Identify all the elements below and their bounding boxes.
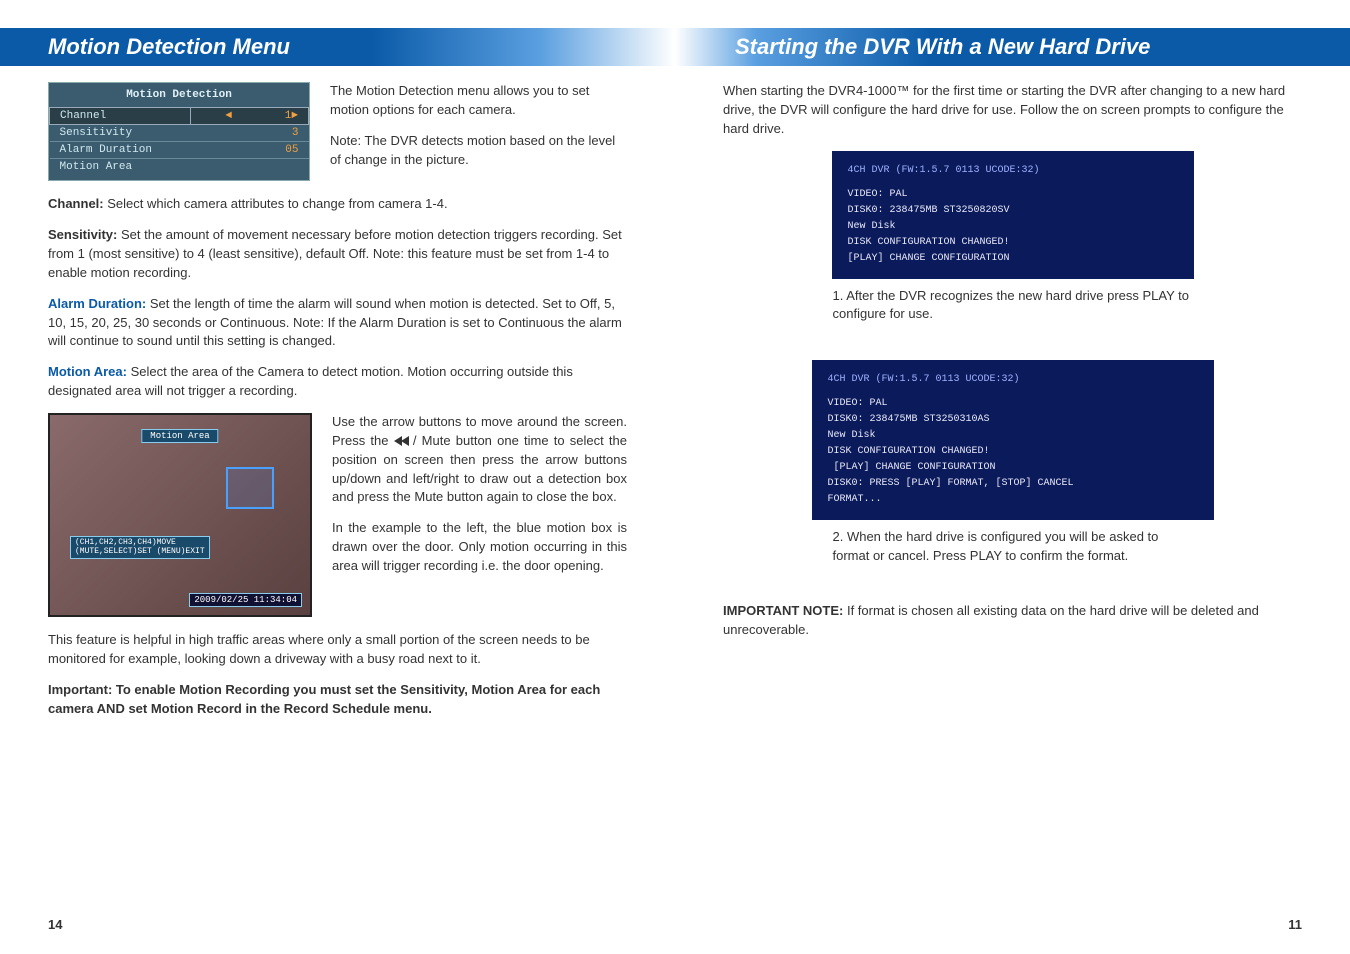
menu-label: Motion Area: [50, 159, 191, 176]
left-heading: Motion Detection Menu: [0, 28, 675, 66]
arrow-right-icon: ►: [291, 110, 298, 122]
page-number-right: 11: [1288, 917, 1302, 932]
caption-1: 1. After the DVR recognizes the new hard…: [833, 287, 1193, 325]
right-intro: When starting the DVR4-1000™ for the fir…: [723, 82, 1302, 139]
important-note-label: IMPORTANT NOTE:: [723, 603, 843, 618]
motion-area-top-label: Motion Area: [141, 429, 218, 443]
arrow-left-icon: ◄: [225, 110, 232, 122]
menu-value: [191, 159, 309, 176]
menu-row-channel: Channel ◄ 1►: [50, 108, 309, 125]
usage-paragraph-2: In the example to the left, the blue mot…: [332, 519, 627, 576]
menu-row-sensitivity: Sensitivity 3: [50, 125, 309, 142]
sensitivity-label: Sensitivity:: [48, 227, 117, 242]
intro-paragraph-2: Note: The DVR detects motion based on th…: [330, 132, 627, 170]
page-spread: Motion Detection Menu Motion Detection C…: [0, 0, 1350, 954]
motion-detection-box: [226, 467, 274, 509]
important-note: IMPORTANT NOTE: If format is chosen all …: [723, 602, 1302, 640]
traffic-paragraph: This feature is helpful in high traffic …: [48, 631, 627, 669]
sensitivity-text: Set the amount of movement necessary bef…: [48, 227, 622, 280]
dvr-screen-2: 4CH DVR (FW:1.5.7 0113 UCODE:32) VIDEO: P…: [812, 360, 1214, 520]
channel-def: Channel: Select which camera attributes …: [48, 195, 627, 214]
right-heading: Starting the DVR With a New Hard Drive: [675, 28, 1350, 66]
page-number-left: 14: [48, 917, 62, 932]
motion-area-text: Select the area of the Camera to detect …: [48, 364, 573, 398]
motion-menu-table: Channel ◄ 1► Sensitivity 3 Alarm Duratio…: [49, 107, 309, 175]
usage-paragraph-1: Use the arrow buttons to move around the…: [332, 413, 627, 507]
menu-value: 05: [191, 142, 309, 159]
right-page: Starting the DVR With a New Hard Drive W…: [675, 0, 1350, 954]
screen1-header: 4CH DVR (FW:1.5.7 0113 UCODE:32): [848, 163, 1178, 179]
menu-label: Sensitivity: [50, 125, 191, 142]
screen2-body: VIDEO: PAL DISK0: 238475MB ST3250310AS N…: [828, 398, 1074, 505]
motion-area-desc: Use the arrow buttons to move around the…: [332, 413, 627, 617]
motion-area-label: Motion Area:: [48, 364, 127, 379]
menu-value: 3: [191, 125, 309, 142]
alarm-def: Alarm Duration: Set the length of time t…: [48, 295, 627, 352]
channel-text: Select which camera attributes to change…: [104, 196, 448, 211]
menu-value: ◄ 1►: [191, 108, 309, 125]
status-line-1: (CH1,CH2,CH3,CH4)MOVE: [75, 538, 176, 547]
sensitivity-def: Sensitivity: Set the amount of movement …: [48, 226, 627, 283]
channel-label: Channel:: [48, 196, 104, 211]
motion-area-def: Motion Area: Select the area of the Came…: [48, 363, 627, 401]
motion-detection-menu: Motion Detection Channel ◄ 1► Sensitivit…: [48, 82, 310, 181]
status-line-2: (MUTE,SELECT)SET (MENU)EXIT: [75, 547, 205, 556]
screen2-header: 4CH DVR (FW:1.5.7 0113 UCODE:32): [828, 372, 1198, 388]
motion-area-row: Motion Area (CH1,CH2,CH3,CH4)MOVE (MUTE,…: [48, 413, 627, 617]
menu-label: Channel: [50, 108, 191, 125]
left-page: Motion Detection Menu Motion Detection C…: [0, 0, 675, 954]
dvr-screen-1: 4CH DVR (FW:1.5.7 0113 UCODE:32) VIDEO: P…: [832, 151, 1194, 279]
alarm-label: Alarm Duration:: [48, 296, 146, 311]
motion-area-screenshot: Motion Area (CH1,CH2,CH3,CH4)MOVE (MUTE,…: [48, 413, 312, 617]
rewind-icon: [394, 436, 408, 446]
important-paragraph: Important: To enable Motion Recording yo…: [48, 681, 627, 719]
motion-area-status: (CH1,CH2,CH3,CH4)MOVE (MUTE,SELECT)SET (…: [70, 536, 210, 559]
menu-row-motion-area: Motion Area: [50, 159, 309, 176]
motion-area-timestamp: 2009/02/25 11:34:04: [189, 593, 302, 607]
motion-menu-title: Motion Detection: [49, 83, 309, 107]
menu-row-alarm-duration: Alarm Duration 05: [50, 142, 309, 159]
menu-label: Alarm Duration: [50, 142, 191, 159]
intro-paragraph-1: The Motion Detection menu allows you to …: [330, 82, 627, 120]
motion-intro-text: The Motion Detection menu allows you to …: [330, 82, 627, 181]
screen1-body: VIDEO: PAL DISK0: 238475MB ST3250820SV N…: [848, 189, 1010, 264]
caption-2: 2. When the hard drive is configured you…: [833, 528, 1193, 566]
motion-intro-row: Motion Detection Channel ◄ 1► Sensitivit…: [48, 82, 627, 181]
